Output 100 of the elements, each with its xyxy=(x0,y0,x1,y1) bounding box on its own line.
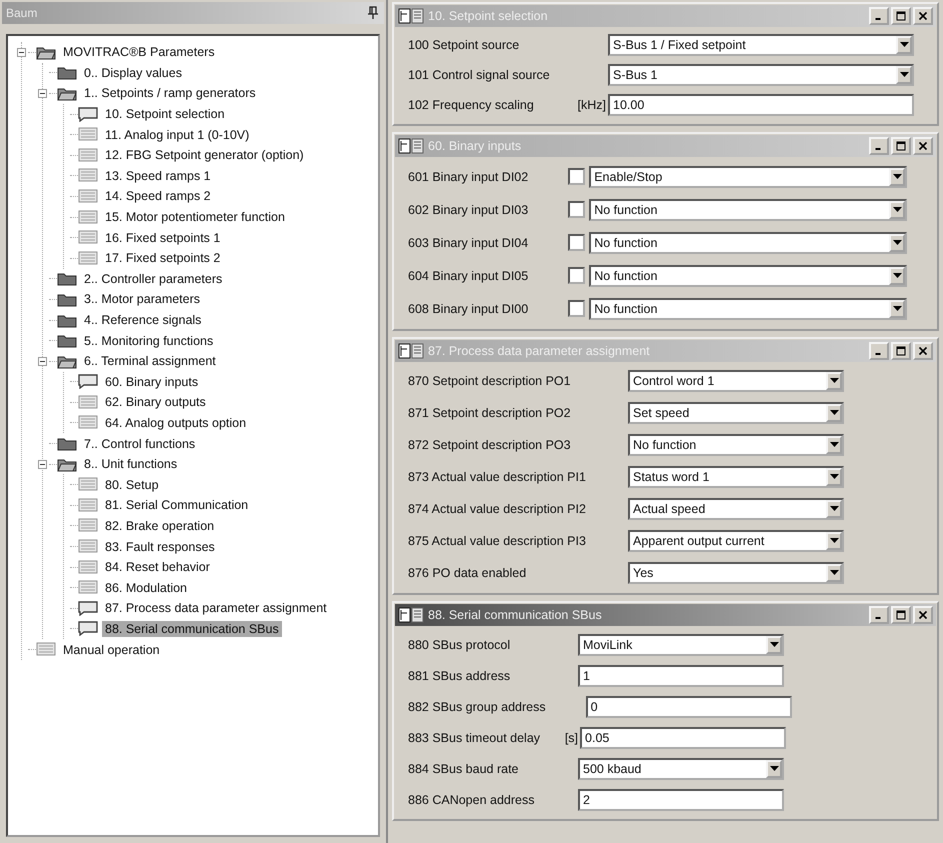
tree-item[interactable]: 60. Binary inputs xyxy=(102,374,202,390)
tree-item[interactable]: 14. Speed ramps 2 xyxy=(102,188,214,204)
collapse-icon[interactable] xyxy=(38,356,49,366)
tree-item[interactable]: 62. Binary outputs xyxy=(102,394,209,410)
tree-item[interactable]: 64. Analog outputs option xyxy=(102,414,250,431)
minimize-button[interactable] xyxy=(869,606,889,624)
maximize-button[interactable] xyxy=(891,137,911,155)
field-label: 601 Binary input DI02 xyxy=(408,170,528,184)
maximize-button[interactable] xyxy=(891,342,911,360)
input-field[interactable]: 0 xyxy=(586,696,792,718)
minimize-button[interactable] xyxy=(869,342,889,360)
window-icon xyxy=(398,138,424,154)
dropdown[interactable]: No function xyxy=(589,298,908,320)
field-label: 884 SBus baud rate xyxy=(408,762,520,776)
checkbox[interactable] xyxy=(568,300,586,317)
tree-item[interactable]: 87. Process data parameter assignment xyxy=(102,600,330,616)
dropdown[interactable]: No function xyxy=(628,434,844,456)
checkbox[interactable] xyxy=(568,267,586,284)
minimize-icon xyxy=(874,617,880,619)
dropdown[interactable]: S-Bus 1 xyxy=(608,64,914,86)
dropdown[interactable]: Control word 1 xyxy=(628,370,844,392)
tree-item[interactable]: 16. Fixed setpoints 1 xyxy=(102,230,224,246)
close-button[interactable] xyxy=(913,342,933,360)
dropdown-arrow-icon xyxy=(830,538,838,544)
input-field[interactable]: 0.05 xyxy=(580,726,786,748)
dropdown[interactable]: Set speed xyxy=(628,402,844,424)
minimize-icon xyxy=(874,18,880,20)
dropdown[interactable]: Actual speed xyxy=(628,498,844,520)
tree-item[interactable]: 81. Serial Communication xyxy=(102,497,252,514)
close-button[interactable] xyxy=(913,137,933,155)
dropdown[interactable]: 500 kbaud xyxy=(578,758,784,780)
maximize-icon xyxy=(896,141,906,151)
collapse-icon[interactable] xyxy=(38,88,49,98)
tree-item[interactable]: 3.. Motor parameters xyxy=(81,291,204,308)
tree-item[interactable]: 4.. Reference signals xyxy=(81,312,204,328)
dropdown[interactable]: S-Bus 1 / Fixed setpoint xyxy=(608,34,914,56)
input-field[interactable]: 10.00 xyxy=(608,94,914,116)
tree-item[interactable]: MOVITRAC®B Parameters xyxy=(60,44,218,60)
tree-item[interactable]: 13. Speed ramps 1 xyxy=(102,168,214,184)
tree-item[interactable]: Manual operation xyxy=(60,642,163,658)
field-label: 874 Actual value description PI2 xyxy=(408,502,587,516)
dropdown[interactable]: Status word 1 xyxy=(628,466,844,488)
tree-item[interactable]: 0.. Display values xyxy=(81,64,185,81)
tree-item[interactable]: 1.. Setpoints / ramp generators xyxy=(81,85,259,102)
unit-label: [kHz] xyxy=(578,98,606,112)
dropdown[interactable]: Apparent output current xyxy=(628,530,844,552)
dropdown-arrow-icon xyxy=(830,474,838,480)
dropdown[interactable]: Enable/Stop xyxy=(589,166,908,188)
window-title: 60. Binary inputs xyxy=(428,139,522,153)
window-icon xyxy=(398,343,424,359)
tree-item[interactable]: 11. Analog input 1 (0-10V) xyxy=(102,126,252,143)
input-field[interactable]: 1 xyxy=(578,664,784,686)
minimize-button[interactable] xyxy=(869,7,889,25)
dropdown[interactable]: No function xyxy=(589,264,908,286)
dropdown-arrow-icon xyxy=(892,306,902,312)
close-icon xyxy=(918,610,928,620)
tree-item[interactable]: 8.. Unit functions xyxy=(81,456,180,472)
maximize-button[interactable] xyxy=(891,606,911,624)
maximize-icon xyxy=(896,11,906,21)
tree-item[interactable]: 7.. Control functions xyxy=(81,436,198,452)
maximize-button[interactable] xyxy=(891,7,911,25)
pin-icon[interactable] xyxy=(366,6,380,20)
close-icon xyxy=(918,141,928,151)
dropdown-arrow-icon xyxy=(892,240,902,246)
checkbox[interactable] xyxy=(568,201,586,218)
collapse-icon[interactable] xyxy=(17,48,28,57)
tree-item[interactable]: 83. Fault responses xyxy=(102,538,218,555)
speech-bubble-icon xyxy=(78,374,98,390)
collapse-icon[interactable] xyxy=(38,460,49,469)
tree-item[interactable]: 84. Reset behavior xyxy=(102,559,213,576)
tree-item[interactable]: 80. Setup xyxy=(102,476,162,493)
tree-item[interactable]: 12. FBG Setpoint generator (option) xyxy=(102,147,307,164)
tree-item[interactable]: 86. Modulation xyxy=(102,580,190,596)
dropdown-arrow-icon xyxy=(830,378,838,384)
folder-icon xyxy=(57,312,77,328)
tree-item[interactable]: 82. Brake operation xyxy=(102,518,218,534)
tree-item[interactable]: 15. Motor potentiometer function xyxy=(102,209,288,226)
tree-item[interactable]: 10. Setpoint selection xyxy=(102,106,228,122)
speech-bubble-icon xyxy=(78,600,98,616)
close-button[interactable] xyxy=(913,7,933,25)
window-title: 87. Process data parameter assignment xyxy=(428,344,651,358)
tree-item[interactable]: 88. Serial communication SBus xyxy=(102,620,282,637)
dropdown[interactable]: No function xyxy=(589,232,908,254)
input-field[interactable]: 2 xyxy=(578,788,784,810)
tree-item[interactable]: 6.. Terminal assignment xyxy=(81,353,219,370)
close-button[interactable] xyxy=(913,606,933,624)
minimize-icon xyxy=(874,353,880,355)
dropdown-arrow-icon xyxy=(830,410,838,416)
dropdown[interactable]: Yes xyxy=(628,562,844,584)
panel-title: Baum xyxy=(6,6,38,20)
tree-item[interactable]: 5.. Monitoring functions xyxy=(81,332,216,349)
folder-icon xyxy=(57,354,77,369)
checkbox[interactable] xyxy=(568,234,586,251)
window-icon xyxy=(398,8,424,24)
tree-item[interactable]: 2.. Controller parameters xyxy=(81,270,226,287)
checkbox[interactable] xyxy=(568,168,586,185)
tree-item[interactable]: 17. Fixed setpoints 2 xyxy=(102,250,224,266)
dropdown[interactable]: No function xyxy=(589,198,908,220)
minimize-button[interactable] xyxy=(869,137,889,155)
dropdown[interactable]: MoviLink xyxy=(578,634,784,656)
